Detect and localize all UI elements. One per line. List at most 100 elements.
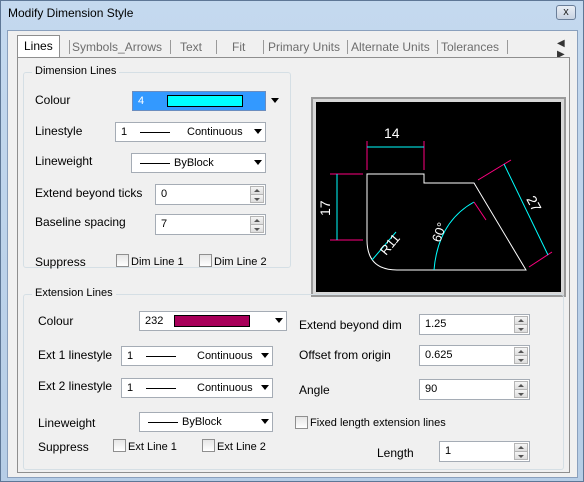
preview-dim-top: 14 — [384, 125, 400, 141]
window-title: Modify Dimension Style — [8, 6, 134, 20]
ext2-linestyle-name: Continuous — [197, 382, 253, 394]
ext1-linestyle-label: Ext 1 linestyle — [38, 348, 113, 362]
chevron-down-icon — [254, 160, 262, 165]
close-icon: x — [563, 6, 569, 18]
tab-separator — [263, 40, 264, 54]
chevron-down-icon — [254, 129, 262, 134]
ext-colour-value: 232 — [145, 315, 164, 327]
length-label: Length — [377, 446, 414, 460]
ext-line-angle — [473, 201, 487, 221]
ext-lineweight-label: Lineweight — [38, 416, 96, 430]
tab-separator — [507, 40, 508, 54]
tab-separator — [69, 40, 70, 54]
spin-down-icon[interactable] — [514, 389, 528, 398]
ext2-linestyle-select[interactable]: 1 Continuous — [121, 378, 273, 398]
tab-symbols-arrows[interactable]: Symbols_Arrows — [72, 38, 162, 56]
offset-from-origin-spinner[interactable]: 0.625 — [419, 345, 530, 366]
angle-spinner[interactable]: 90 — [419, 379, 530, 400]
part-outline — [366, 173, 527, 271]
line-sample — [140, 163, 170, 164]
ext-line-1-checkbox[interactable] — [113, 439, 126, 452]
line-sample — [146, 388, 176, 389]
dim-baseline-value: 7 — [161, 218, 168, 230]
ext-line-1-label: Ext Line 1 — [128, 441, 177, 453]
tab-separator — [347, 40, 348, 54]
dim-lineweight-name: ByBlock — [174, 157, 214, 169]
dim-line-1-checkbox[interactable] — [116, 254, 129, 267]
dimension-preview-drawing: 14 17 27 R11 60° — [317, 125, 553, 271]
dim-extend-value: 0 — [161, 188, 168, 200]
ext-line-2-checkbox[interactable] — [202, 439, 215, 452]
offset-from-origin-label: Offset from origin — [299, 348, 391, 362]
extension-lines-title: Extension Lines — [32, 287, 116, 299]
ext1-linestyle-number: 1 — [127, 350, 134, 362]
dim-suppress-label: Suppress — [35, 255, 86, 269]
angle-value: 90 — [425, 383, 438, 395]
dim-lineweight-select[interactable]: ByBlock — [131, 153, 266, 173]
dim-colour-value: 4 — [138, 95, 145, 107]
dim-extend-spinner[interactable]: 0 — [155, 184, 266, 205]
extend-beyond-dim-spinner[interactable]: 1.25 — [419, 314, 530, 335]
dim-linestyle-number: 1 — [121, 126, 128, 138]
dim-extend-label: Extend beyond ticks — [35, 186, 143, 200]
dimension-lines-group: Dimension Lines Colour 4 Linestyle 1 Con… — [23, 65, 291, 269]
tab-fit[interactable]: Fit — [232, 38, 245, 56]
dim-line-2-label: Dim Line 2 — [214, 256, 267, 268]
ext2-linestyle-number: 1 — [127, 382, 134, 394]
dim-colour-select[interactable]: 4 — [132, 91, 279, 111]
tab-separator — [437, 40, 438, 54]
ext1-linestyle-name: Continuous — [197, 350, 253, 362]
line-sample — [140, 132, 170, 133]
tab-text[interactable]: Text — [180, 38, 202, 56]
dim-line-2-checkbox[interactable] — [199, 254, 212, 267]
spin-down-icon[interactable] — [250, 224, 264, 233]
dialog-window: Modify Dimension Style x Lines Symbols_A… — [0, 0, 584, 482]
dim-linestyle-label: Linestyle — [35, 124, 83, 138]
lines-panel: Dimension Lines Colour 4 Linestyle 1 Con… — [17, 57, 570, 473]
spin-down-icon[interactable] — [514, 324, 528, 333]
tab-lines[interactable]: Lines — [17, 35, 60, 58]
extend-beyond-dim-value: 1.25 — [425, 318, 447, 330]
angle-label: Angle — [299, 383, 330, 397]
dim-colour-label: Colour — [35, 93, 71, 107]
tab-tolerances[interactable]: Tolerances — [441, 38, 499, 56]
offset-from-origin-value: 0.625 — [425, 349, 453, 361]
dim-lineweight-label: Lineweight — [35, 154, 93, 168]
preview-dim-angle: 60° — [429, 220, 450, 244]
chevron-down-icon — [261, 419, 269, 424]
ext2-linestyle-label: Ext 2 linestyle — [38, 379, 113, 393]
length-value: 1 — [445, 445, 452, 457]
fixed-length-checkbox[interactable] — [295, 416, 308, 429]
tab-separator — [216, 40, 217, 54]
dim-linestyle-select[interactable]: 1 Continuous — [115, 122, 266, 142]
length-spinner[interactable]: 1 — [439, 441, 530, 462]
line-sample — [146, 356, 176, 357]
preview-dim-left: 17 — [317, 200, 333, 216]
ext-suppress-label: Suppress — [38, 440, 89, 454]
dim-line-diag — [503, 163, 549, 256]
ext-lineweight-select[interactable]: ByBlock — [139, 412, 273, 432]
ext-colour-swatch — [174, 315, 250, 327]
dim-baseline-label: Baseline spacing — [35, 215, 126, 229]
ext-colour-label: Colour — [38, 314, 74, 328]
ext-line-2-label: Ext Line 2 — [217, 441, 266, 453]
dialog-client: Lines Symbols_Arrows Text Fit Primary Un… — [7, 30, 578, 478]
tab-primary-units[interactable]: Primary Units — [268, 38, 340, 56]
spin-down-icon[interactable] — [250, 194, 264, 203]
chevron-down-icon — [271, 98, 279, 103]
chevron-down-icon — [261, 353, 269, 358]
ext-line-diag-top — [477, 159, 512, 181]
ext-lineweight-name: ByBlock — [182, 416, 222, 428]
spin-down-icon[interactable] — [514, 451, 528, 460]
preview-frame: 14 17 27 R11 60° — [311, 97, 566, 297]
dim-colour-swatch — [167, 95, 243, 107]
title-bar: Modify Dimension Style x — [1, 1, 583, 25]
tab-alternate-units[interactable]: Alternate Units — [351, 38, 430, 56]
close-button[interactable]: x — [556, 5, 576, 20]
dim-baseline-spinner[interactable]: 7 — [155, 214, 266, 235]
spin-down-icon[interactable] — [514, 355, 528, 364]
ext-colour-select[interactable]: 232 — [139, 311, 287, 331]
preview-dim-radius: R11 — [377, 231, 403, 258]
ext1-linestyle-select[interactable]: 1 Continuous — [121, 346, 273, 366]
line-sample — [148, 422, 178, 423]
